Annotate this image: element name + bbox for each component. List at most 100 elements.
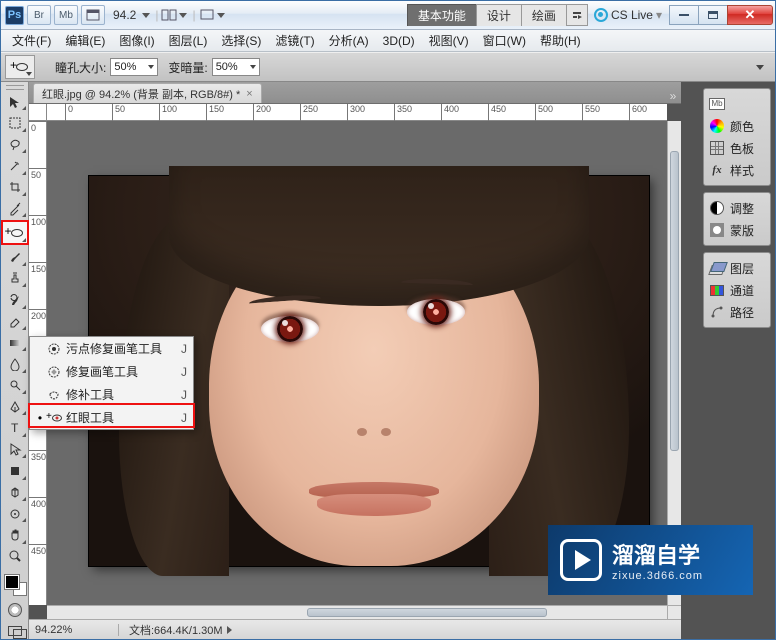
menu-layer[interactable]: 图层(L) <box>162 30 215 52</box>
panel-color[interactable]: 颜色 <box>706 115 768 137</box>
flyout-item-label: 修复画笔工具 <box>64 363 181 380</box>
dropdown-arrow-icon <box>148 65 154 69</box>
flyout-item-shortcut: J <box>181 342 187 356</box>
magic-wand-tool[interactable] <box>3 156 27 175</box>
panel-layers[interactable]: 图层 <box>706 257 768 279</box>
document-tab[interactable]: 红眼.jpg @ 94.2% (背景 副本, RGB/8#) * × <box>33 83 262 103</box>
brush-tool[interactable] <box>3 247 27 266</box>
screen-mode-toggle[interactable] <box>3 623 27 639</box>
close-tab-icon[interactable]: × <box>246 88 252 100</box>
dropdown-arrow-icon <box>250 65 256 69</box>
crop-tool[interactable] <box>3 178 27 197</box>
workspace-tab-painting[interactable]: 绘画 <box>521 4 567 26</box>
menu-analysis[interactable]: 分析(A) <box>322 30 376 52</box>
panel-channels[interactable]: 通道 <box>706 279 768 301</box>
menu-image[interactable]: 图像(I) <box>112 30 161 52</box>
titlebar-zoom-value: 94.2 <box>109 8 140 22</box>
dropdown-arrow-icon <box>142 13 150 18</box>
cslive-icon <box>594 8 608 22</box>
tools-panel-grip[interactable] <box>1 84 28 91</box>
heal-icon <box>44 364 64 380</box>
workspace-tab-essentials[interactable]: 基本功能 <box>407 4 477 26</box>
document-tabs-menu[interactable]: » <box>665 89 681 103</box>
chevron-right-icon <box>227 626 232 634</box>
panel-label: 蒙版 <box>730 222 754 239</box>
marquee-tool[interactable] <box>3 113 27 132</box>
document-tab-label: 红眼.jpg @ 94.2% (背景 副本, RGB/8#) * <box>42 86 240 102</box>
flyout-item-patch[interactable]: 修补工具J <box>30 383 193 406</box>
menu-select[interactable]: 选择(S) <box>214 30 268 52</box>
lasso-tool[interactable] <box>3 135 27 154</box>
panel-label: 图层 <box>730 260 754 277</box>
hand-tool[interactable] <box>3 525 27 544</box>
menu-3d[interactable]: 3D(D) <box>376 30 422 52</box>
menu-edit[interactable]: 编辑(E) <box>58 30 112 52</box>
tool-flyout-menu: 污点修复画笔工具J修复画笔工具J修补工具J•+红眼工具J <box>29 336 194 430</box>
main-area: T 红眼.jpg @ 94.2% (背景 副本, RGB/8#) * × » <box>1 82 775 639</box>
pupil-size-input[interactable]: 50% <box>110 58 158 76</box>
darken-amount-input[interactable]: 50% <box>212 58 260 76</box>
minibridge-button[interactable]: Mb <box>54 5 78 25</box>
menu-view[interactable]: 视图(V) <box>422 30 476 52</box>
eyedropper-tool[interactable] <box>3 199 27 218</box>
panel-paths[interactable]: 路径 <box>706 301 768 323</box>
close-button[interactable]: ✕ <box>727 5 773 25</box>
gradient-tool[interactable] <box>3 333 27 352</box>
ruler-origin[interactable] <box>29 104 47 121</box>
clone-stamp-tool[interactable] <box>3 269 27 288</box>
bridge-button[interactable]: Br <box>27 5 51 25</box>
eraser-tool[interactable] <box>3 312 27 331</box>
panel-styles[interactable]: fx样式 <box>706 159 768 181</box>
minimize-button[interactable] <box>669 5 699 25</box>
maximize-button[interactable] <box>698 5 728 25</box>
titlebar-zoom[interactable]: 94.2 | | <box>109 8 227 22</box>
panel-masks[interactable]: 蒙版 <box>706 219 768 241</box>
view-extras-button[interactable] <box>81 5 105 25</box>
color-swatches[interactable] <box>3 573 27 596</box>
move-tool[interactable] <box>3 92 27 111</box>
flyout-item-redeye[interactable]: •+红眼工具J <box>30 406 193 429</box>
workspace-more-button[interactable] <box>566 4 588 26</box>
panel-adjustments[interactable]: 调整 <box>706 197 768 219</box>
panel-group-1: Mb 颜色 色板 fx样式 <box>703 88 771 186</box>
dodge-tool[interactable] <box>3 376 27 395</box>
pupil-size-label: 瞳孔大小: <box>55 59 106 76</box>
play-icon <box>560 539 602 581</box>
panel-group-3: 图层 通道 路径 <box>703 252 771 328</box>
flyout-item-label: 污点修复画笔工具 <box>64 340 181 357</box>
menu-help[interactable]: 帮助(H) <box>533 30 588 52</box>
panel-minibridge[interactable]: Mb <box>706 93 768 115</box>
path-select-tool[interactable] <box>3 440 27 459</box>
flyout-item-heal[interactable]: 修复画笔工具J <box>30 360 193 383</box>
menu-file[interactable]: 文件(F) <box>5 30 58 52</box>
cslive-label: CS Live <box>611 8 653 22</box>
menu-filter[interactable]: 滤镜(T) <box>268 30 321 52</box>
spot-heal-icon <box>44 341 64 357</box>
redeye-tool[interactable] <box>1 220 29 245</box>
shape-tool[interactable] <box>3 461 27 480</box>
fx-icon: fx <box>712 164 721 176</box>
flyout-item-spot-heal[interactable]: 污点修复画笔工具J <box>30 337 193 360</box>
darken-amount-label: 变暗量: <box>168 59 207 76</box>
status-doc-info[interactable]: 文档:664.4K/1.30M <box>119 622 242 638</box>
workspace-tab-design[interactable]: 设计 <box>476 4 522 26</box>
scrollbar-horizontal[interactable] <box>47 605 667 619</box>
cslive-button[interactable]: CS Live ▾ <box>594 8 662 22</box>
quick-mask-toggle[interactable] <box>3 600 27 619</box>
current-tool-preset[interactable] <box>5 55 35 79</box>
pen-tool[interactable] <box>3 397 27 416</box>
history-brush-tool[interactable] <box>3 290 27 309</box>
3d-tool[interactable] <box>3 483 27 502</box>
zoom-tool[interactable] <box>3 547 27 566</box>
status-zoom[interactable]: 94.22% <box>29 624 119 636</box>
type-tool[interactable]: T <box>3 418 27 437</box>
menu-window[interactable]: 窗口(W) <box>476 30 533 52</box>
panel-swatches[interactable]: 色板 <box>706 137 768 159</box>
svg-text:+: + <box>46 411 52 422</box>
ruler-horizontal[interactable]: 050100150200250300350400450500550600 <box>47 104 667 121</box>
options-bar-menu[interactable] <box>751 58 769 76</box>
blur-tool[interactable] <box>3 354 27 373</box>
watermark: 溜溜自学 zixue.3d66.com <box>548 525 753 595</box>
3d-camera-tool[interactable] <box>3 504 27 523</box>
status-bar: 94.22% 文档:664.4K/1.30M <box>29 619 681 639</box>
